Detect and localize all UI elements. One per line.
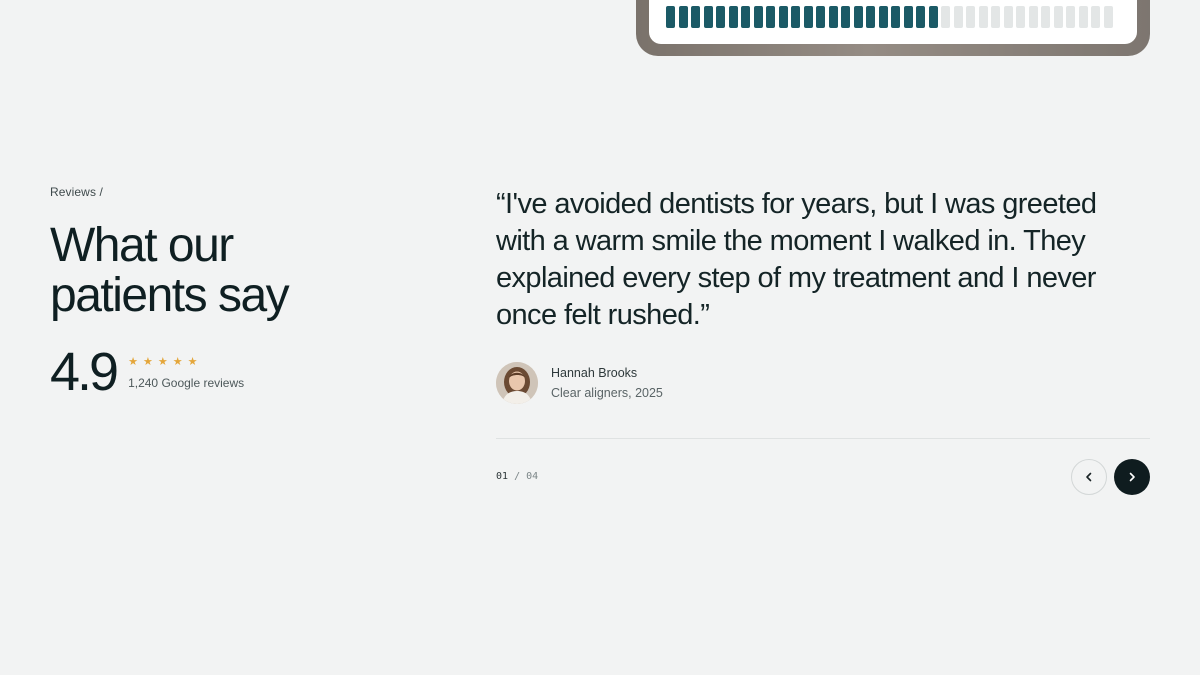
star-rating: ★ ★ ★ ★ ★ [128, 356, 244, 368]
progress-block [666, 6, 675, 28]
progress-block [841, 6, 850, 28]
rating-score: 4.9 [50, 342, 119, 402]
progress-block [916, 6, 925, 28]
progress-block [803, 6, 813, 28]
progress-block [778, 6, 788, 28]
progress-block [1066, 6, 1075, 28]
progress-block [891, 6, 900, 28]
progress-block [1103, 6, 1113, 28]
next-button[interactable] [1114, 459, 1150, 495]
star-icon: ★ [128, 356, 138, 368]
progress-block [953, 6, 963, 28]
progress-block [766, 6, 775, 28]
rating-meta: ★ ★ ★ ★ ★ 1,240 Google reviews [128, 356, 244, 390]
progress-block [753, 6, 763, 28]
reviews-header: Reviews / What our patients say 4.9 ★ ★ ★ ★… [50, 185, 410, 399]
device-screen [649, 0, 1137, 44]
star-icon: ★ [187, 356, 198, 368]
progress-block [991, 6, 1000, 28]
slide-current: 01 [496, 471, 509, 482]
progress-block [878, 6, 888, 28]
progress-block [1028, 6, 1038, 28]
star-icon: ★ [157, 356, 168, 368]
progress-block [903, 6, 913, 28]
progress-bar [666, 6, 1113, 28]
rating-summary: 4.9 ★ ★ ★ ★ ★ 1,240 Google reviews [50, 345, 410, 399]
progress-block [828, 6, 838, 28]
progress-block [866, 6, 875, 28]
progress-block [816, 6, 825, 28]
progress-block [691, 6, 700, 28]
progress-block [1041, 6, 1050, 28]
progress-block [678, 6, 688, 28]
testimonial-quote: “I've avoided dentists for years, but I … [496, 188, 1097, 331]
carousel-footer: 01 / 04 [496, 459, 1150, 497]
progress-block [1078, 6, 1088, 28]
progress-block [728, 6, 738, 28]
author-info: Hannah Brooks Clear aligners, 2025 [551, 366, 663, 400]
slide-separator: / [514, 471, 521, 482]
progress-block [853, 6, 863, 28]
author-name: Hannah Brooks [551, 366, 638, 380]
chevron-right-icon [1129, 472, 1135, 482]
progress-block [703, 6, 713, 28]
section-title-line1: What our [50, 219, 234, 272]
section-title: What our patients say [50, 221, 410, 321]
slide-counter: 01 / 04 [496, 471, 538, 482]
progress-block [1091, 6, 1100, 28]
testimonial-author: Hannah Brooks Clear aligners, 2025 [496, 362, 1150, 404]
testimonial-card: “I've avoided dentists for years, but I … [496, 186, 1150, 497]
divider [496, 438, 1150, 439]
progress-block [928, 6, 938, 28]
star-icon: ★ [142, 356, 153, 368]
progress-block [978, 6, 988, 28]
avatar [496, 362, 538, 404]
progress-block [791, 6, 800, 28]
progress-block [741, 6, 750, 28]
chevron-left-icon [1086, 472, 1092, 482]
star-icon: ★ [172, 356, 183, 368]
progress-block [716, 6, 725, 28]
previous-button[interactable] [1071, 459, 1107, 495]
review-count: 1,240 Google reviews [128, 376, 245, 390]
device-frame [636, 0, 1150, 56]
slide-total: 04 [526, 471, 539, 482]
section-title-line2: patients say [50, 269, 290, 322]
carousel-nav [1071, 459, 1150, 495]
progress-block [1053, 6, 1063, 28]
progress-block [966, 6, 975, 28]
author-role: Clear aligners, 2025 [551, 386, 663, 400]
progress-block [941, 6, 950, 28]
progress-block [1016, 6, 1025, 28]
breadcrumb: Reviews / [50, 185, 103, 199]
progress-block [1003, 6, 1013, 28]
